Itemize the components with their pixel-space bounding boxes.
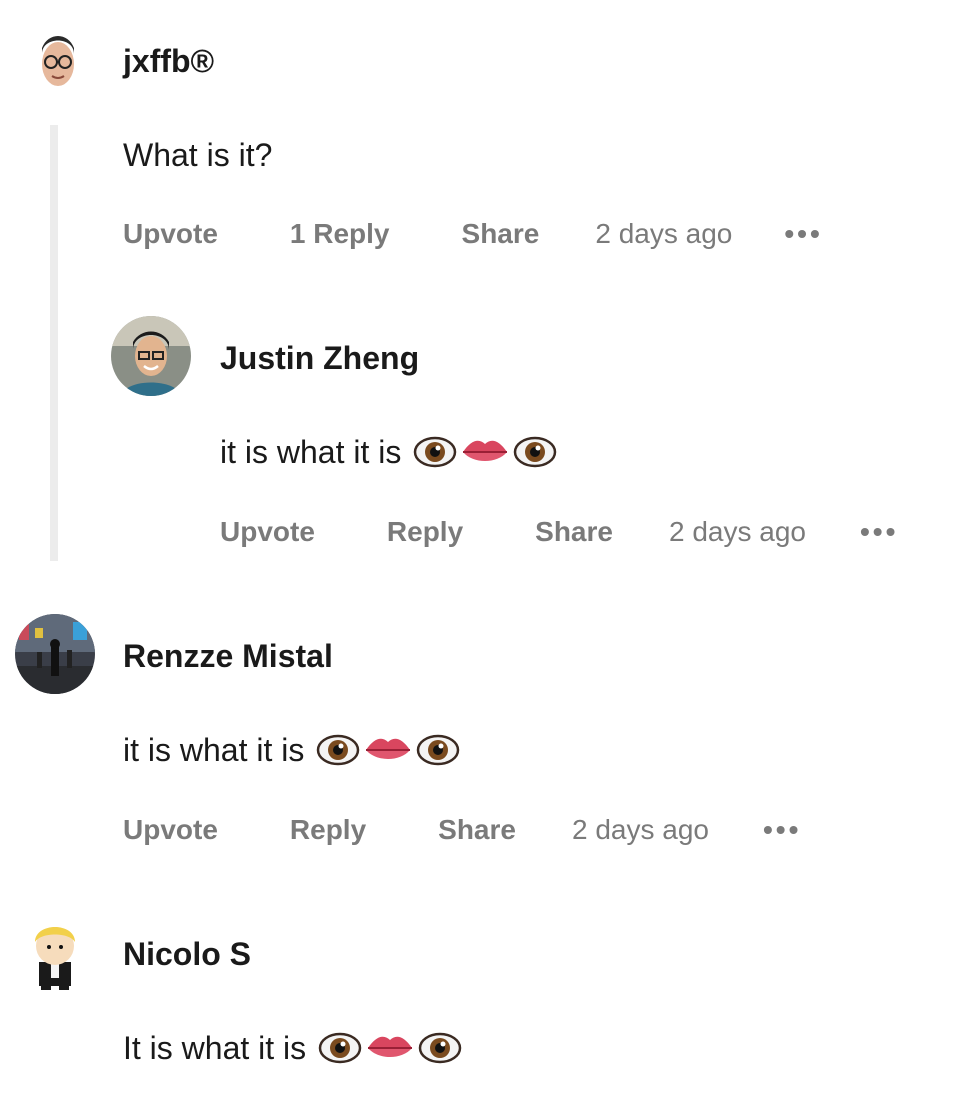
author-name[interactable]: Nicolo S [123, 934, 251, 974]
comment-actions: Upvote Reply Share 2 days ago ••• [220, 512, 898, 552]
comment-text-content: it is what it is [220, 434, 402, 470]
reply-button[interactable]: Reply [387, 516, 463, 548]
author-name[interactable]: Renzze Mistal [123, 636, 333, 676]
avatar[interactable] [111, 316, 191, 396]
eye-emoji [413, 434, 457, 470]
comment-text: It is what it is [123, 1028, 462, 1068]
upvote-button[interactable]: Upvote [123, 814, 218, 846]
reply-button[interactable]: Reply [290, 814, 366, 846]
timestamp: 2 days ago [571, 814, 709, 845]
eye-emoji [416, 732, 460, 768]
upvote-button[interactable]: Upvote [123, 218, 218, 250]
comment-text-content: What is it? [123, 137, 273, 173]
avatar[interactable] [15, 912, 95, 992]
comment-text-content: It is what it is [123, 1030, 307, 1066]
timestamp: 2 days ago [595, 218, 733, 249]
comment-actions: Upvote 1 Reply Share 2 days ago ••• [123, 214, 823, 254]
thread-indent-line [50, 125, 58, 561]
lips-emoji [366, 1030, 414, 1066]
comment-text-content: it is what it is [123, 732, 305, 768]
eye-emoji [318, 1030, 362, 1066]
comment-text: it is what it is [123, 730, 460, 770]
timestamp: 2 days ago [668, 516, 806, 547]
eye-emoji [316, 732, 360, 768]
eye-emoji [513, 434, 557, 470]
author-name[interactable]: jxffb® [123, 41, 214, 81]
upvote-button[interactable]: Upvote [220, 516, 315, 548]
reply-button[interactable]: 1 Reply [290, 218, 390, 250]
share-button[interactable]: Share [535, 516, 613, 548]
comment-text: What is it? [123, 135, 272, 175]
more-options-icon[interactable]: ••• [860, 518, 898, 546]
author-name[interactable]: Justin Zheng [220, 338, 419, 378]
lips-emoji [364, 732, 412, 768]
eye-emoji [418, 1030, 462, 1066]
share-button[interactable]: Share [438, 814, 516, 846]
more-options-icon[interactable]: ••• [763, 816, 801, 844]
comment-actions: Upvote Reply Share 2 days ago ••• [123, 810, 801, 850]
avatar[interactable] [15, 614, 95, 694]
lips-emoji [461, 434, 509, 470]
comment-text: it is what it is [220, 432, 557, 472]
more-options-icon[interactable]: ••• [784, 220, 822, 248]
avatar[interactable] [18, 18, 98, 98]
share-button[interactable]: Share [462, 218, 540, 250]
